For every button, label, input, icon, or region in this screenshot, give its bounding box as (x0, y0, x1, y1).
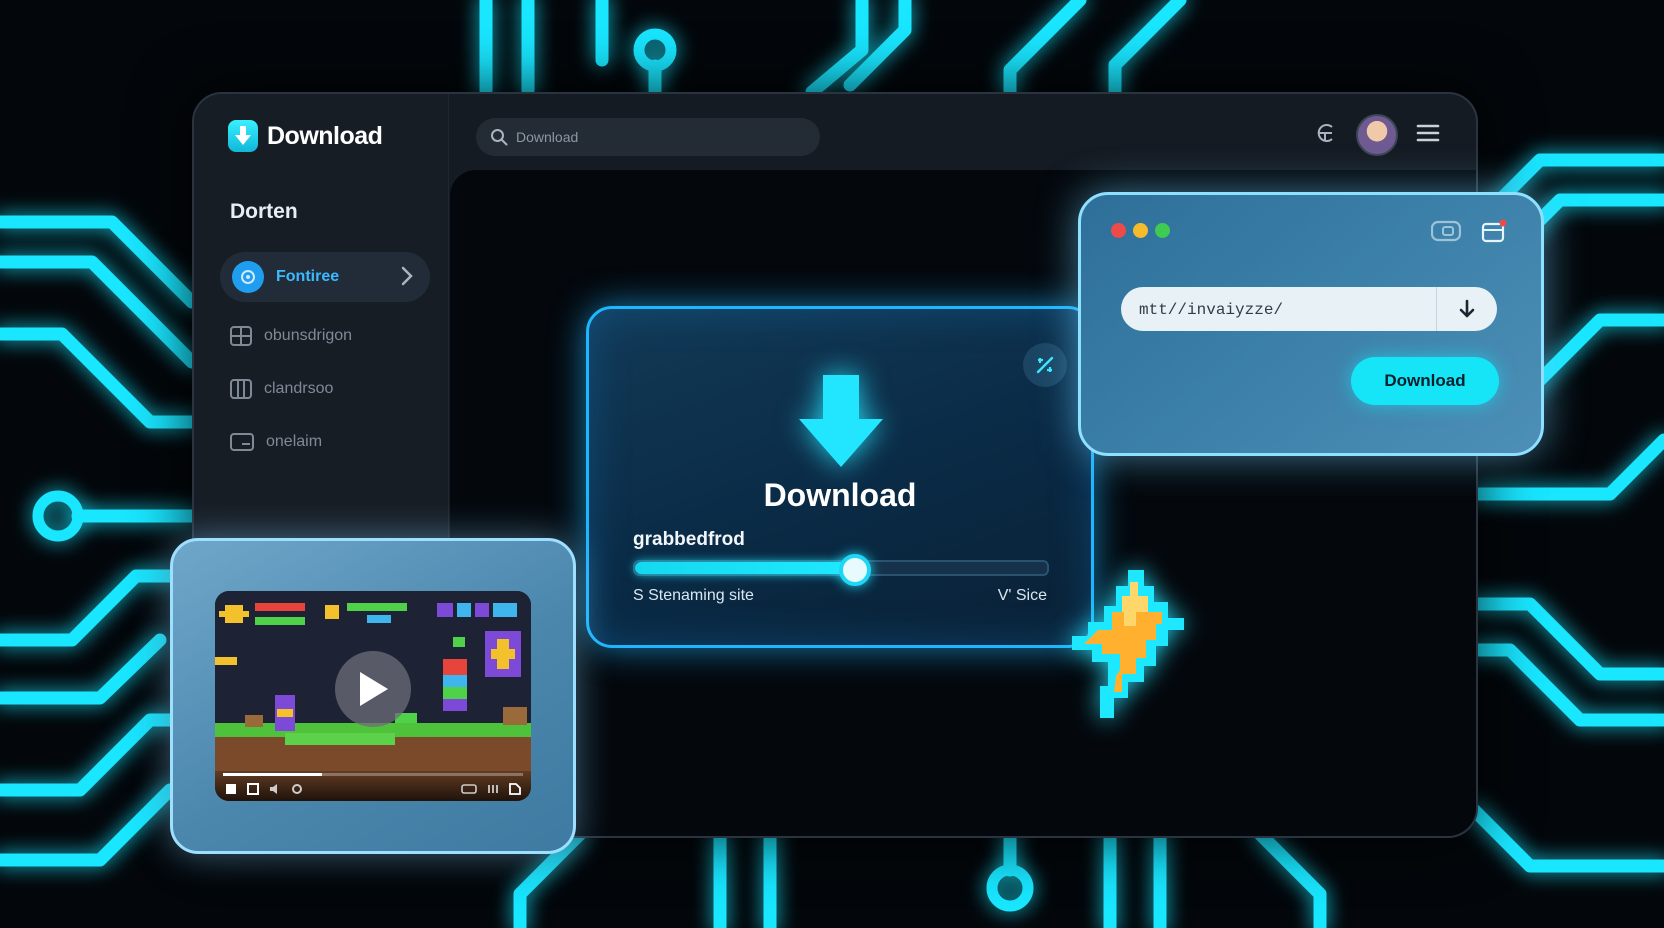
topbar-actions (1314, 114, 1440, 156)
fetch-download-button[interactable] (1436, 287, 1497, 331)
captions-icon[interactable] (461, 783, 477, 795)
video-preview-card (170, 538, 576, 854)
url-popup: Download (1078, 192, 1544, 456)
window-controls (1111, 223, 1170, 238)
arrow-down-icon (1459, 299, 1475, 318)
popup-actions (1430, 219, 1507, 248)
file-name: grabbedfrod (633, 529, 745, 550)
language-icon[interactable] (1314, 121, 1338, 150)
tabs-icon[interactable] (1430, 220, 1462, 247)
video-progress[interactable] (223, 773, 523, 776)
window-icon (230, 433, 254, 451)
sidebar-item-obunsdrigon[interactable]: obunsdrigon (230, 326, 352, 346)
stop-icon[interactable] (225, 783, 237, 795)
avatar[interactable] (1356, 114, 1398, 156)
download-button[interactable]: Download (1351, 357, 1499, 405)
sidebar-item-label: obunsdrigon (264, 327, 353, 344)
chevron-right-icon (400, 265, 414, 292)
download-title: Download (763, 477, 917, 513)
search-placeholder: Download (516, 129, 579, 145)
lightning-bolt-icon (1072, 570, 1184, 718)
source-label: S Stenaming site (633, 587, 754, 604)
columns-icon (230, 379, 252, 399)
search-bar[interactable]: Download (476, 118, 820, 156)
close-window-button[interactable] (1111, 223, 1126, 238)
minimize-window-button[interactable] (1133, 223, 1148, 238)
grid-icon (230, 326, 252, 346)
notification-window-icon[interactable] (1481, 219, 1507, 248)
search-icon (491, 129, 508, 146)
brand[interactable]: Download (228, 120, 383, 152)
settings-icon[interactable] (291, 783, 303, 795)
download-arrow-icon (228, 120, 258, 152)
sidebar-item-onelaim[interactable]: onelaim (230, 433, 322, 451)
video-player[interactable] (215, 591, 531, 801)
url-field[interactable] (1121, 287, 1497, 331)
video-controls (215, 771, 531, 801)
volume-icon[interactable] (269, 783, 281, 795)
play-button[interactable] (335, 651, 411, 727)
brand-name: Download (267, 121, 383, 150)
quality-icon[interactable] (487, 783, 499, 795)
video-progress-fill (223, 773, 322, 776)
sidebar-section-title: Dorten (230, 200, 298, 223)
download-card: Download grabbedfrod S Stenaming site V'… (586, 306, 1094, 648)
play-icon (360, 672, 388, 706)
maximize-window-button[interactable] (1155, 223, 1170, 238)
sidebar-item-label: onelaim (266, 433, 323, 450)
download-arrow-icon (799, 375, 883, 467)
shrink-icon[interactable] (1023, 343, 1067, 387)
target-icon (232, 261, 264, 293)
sidebar-item-label: Fontiree (276, 268, 340, 285)
square-icon[interactable] (247, 783, 259, 795)
size-label: V' Sice (997, 587, 1047, 604)
progress-knob[interactable] (839, 554, 872, 586)
menu-icon[interactable] (1416, 123, 1440, 148)
sidebar-item-clandrsoo[interactable]: clandrsoo (230, 379, 333, 399)
sidebar-item-label: clandrsoo (264, 380, 334, 397)
fullscreen-icon[interactable] (509, 783, 521, 795)
url-input[interactable] (1137, 287, 1441, 331)
sidebar-item-fontiree[interactable]: Fontiree (220, 252, 430, 302)
download-progress-slider[interactable] (633, 554, 1049, 586)
progress-fill (635, 562, 854, 574)
